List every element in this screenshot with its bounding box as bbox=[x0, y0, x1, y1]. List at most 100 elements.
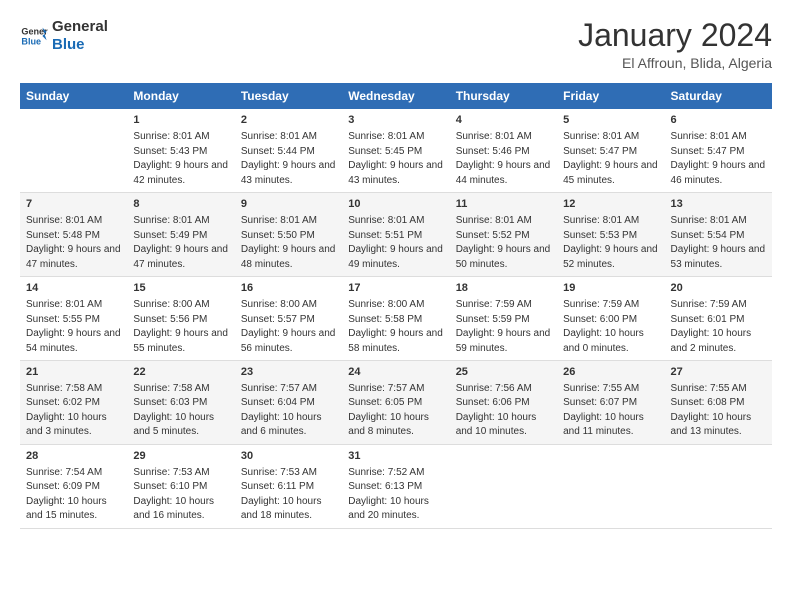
day-number: 4 bbox=[456, 113, 551, 129]
daylight: Daylight: 9 hours and 58 minutes. bbox=[348, 328, 443, 354]
daylight: Daylight: 9 hours and 47 minutes. bbox=[133, 244, 228, 270]
sunrise: Sunrise: 8:01 AM bbox=[563, 215, 639, 226]
sunrise: Sunrise: 7:52 AM bbox=[348, 467, 424, 478]
daylight: Daylight: 9 hours and 54 minutes. bbox=[26, 328, 121, 354]
day-number: 31 bbox=[348, 449, 443, 465]
calendar-cell: 14Sunrise: 8:01 AMSunset: 5:55 PMDayligh… bbox=[20, 277, 127, 361]
col-tuesday: Tuesday bbox=[235, 83, 342, 109]
sunset: Sunset: 6:00 PM bbox=[563, 314, 637, 325]
calendar-cell: 22Sunrise: 7:58 AMSunset: 6:03 PMDayligh… bbox=[127, 361, 234, 445]
logo-blue: Blue bbox=[52, 36, 108, 54]
day-number: 19 bbox=[563, 281, 658, 297]
calendar-cell: 3Sunrise: 8:01 AMSunset: 5:45 PMDaylight… bbox=[342, 109, 449, 192]
day-number: 3 bbox=[348, 113, 443, 129]
calendar-week-1: 1Sunrise: 8:01 AMSunset: 5:43 PMDaylight… bbox=[20, 109, 772, 192]
sunrise: Sunrise: 7:55 AM bbox=[563, 383, 639, 394]
daylight: Daylight: 10 hours and 8 minutes. bbox=[348, 412, 429, 438]
logo: General Blue General Blue bbox=[20, 18, 108, 54]
daylight: Daylight: 9 hours and 52 minutes. bbox=[563, 244, 658, 270]
day-number: 27 bbox=[671, 365, 766, 381]
sunrise: Sunrise: 7:56 AM bbox=[456, 383, 532, 394]
calendar-cell: 10Sunrise: 8:01 AMSunset: 5:51 PMDayligh… bbox=[342, 193, 449, 277]
sunrise: Sunrise: 8:00 AM bbox=[133, 299, 209, 310]
day-number: 24 bbox=[348, 365, 443, 381]
col-monday: Monday bbox=[127, 83, 234, 109]
sunset: Sunset: 6:02 PM bbox=[26, 397, 100, 408]
sunrise: Sunrise: 7:59 AM bbox=[563, 299, 639, 310]
sunrise: Sunrise: 8:00 AM bbox=[348, 299, 424, 310]
day-number: 15 bbox=[133, 281, 228, 297]
calendar-week-4: 21Sunrise: 7:58 AMSunset: 6:02 PMDayligh… bbox=[20, 361, 772, 445]
daylight: Daylight: 9 hours and 53 minutes. bbox=[671, 244, 766, 270]
calendar-week-3: 14Sunrise: 8:01 AMSunset: 5:55 PMDayligh… bbox=[20, 277, 772, 361]
calendar-cell: 21Sunrise: 7:58 AMSunset: 6:02 PMDayligh… bbox=[20, 361, 127, 445]
svg-text:Blue: Blue bbox=[21, 36, 41, 46]
col-sunday: Sunday bbox=[20, 83, 127, 109]
sunset: Sunset: 5:55 PM bbox=[26, 314, 100, 325]
sunrise: Sunrise: 8:01 AM bbox=[241, 215, 317, 226]
day-number: 6 bbox=[671, 113, 766, 129]
sunrise: Sunrise: 8:01 AM bbox=[456, 131, 532, 142]
daylight: Daylight: 10 hours and 3 minutes. bbox=[26, 412, 107, 438]
sunset: Sunset: 6:10 PM bbox=[133, 481, 207, 492]
calendar-cell: 7Sunrise: 8:01 AMSunset: 5:48 PMDaylight… bbox=[20, 193, 127, 277]
sunset: Sunset: 5:53 PM bbox=[563, 230, 637, 241]
sunset: Sunset: 6:13 PM bbox=[348, 481, 422, 492]
day-number: 2 bbox=[241, 113, 336, 129]
daylight: Daylight: 10 hours and 15 minutes. bbox=[26, 496, 107, 522]
calendar-cell: 2Sunrise: 8:01 AMSunset: 5:44 PMDaylight… bbox=[235, 109, 342, 192]
day-number: 20 bbox=[671, 281, 766, 297]
sunrise: Sunrise: 8:01 AM bbox=[563, 131, 639, 142]
daylight: Daylight: 9 hours and 42 minutes. bbox=[133, 160, 228, 186]
month-title: January 2024 bbox=[578, 18, 772, 53]
daylight: Daylight: 10 hours and 5 minutes. bbox=[133, 412, 214, 438]
sunrise: Sunrise: 8:00 AM bbox=[241, 299, 317, 310]
day-number: 23 bbox=[241, 365, 336, 381]
day-number: 9 bbox=[241, 197, 336, 213]
day-number: 10 bbox=[348, 197, 443, 213]
daylight: Daylight: 9 hours and 55 minutes. bbox=[133, 328, 228, 354]
sunrise: Sunrise: 7:59 AM bbox=[456, 299, 532, 310]
calendar-cell: 18Sunrise: 7:59 AMSunset: 5:59 PMDayligh… bbox=[450, 277, 557, 361]
calendar-cell: 25Sunrise: 7:56 AMSunset: 6:06 PMDayligh… bbox=[450, 361, 557, 445]
sunset: Sunset: 6:05 PM bbox=[348, 397, 422, 408]
logo-general: General bbox=[52, 18, 108, 36]
location: El Affroun, Blida, Algeria bbox=[578, 55, 772, 71]
daylight: Daylight: 9 hours and 56 minutes. bbox=[241, 328, 336, 354]
calendar-cell: 24Sunrise: 7:57 AMSunset: 6:05 PMDayligh… bbox=[342, 361, 449, 445]
calendar-cell: 5Sunrise: 8:01 AMSunset: 5:47 PMDaylight… bbox=[557, 109, 664, 192]
daylight: Daylight: 10 hours and 20 minutes. bbox=[348, 496, 429, 522]
calendar-table: Sunday Monday Tuesday Wednesday Thursday… bbox=[20, 83, 772, 529]
calendar-cell: 17Sunrise: 8:00 AMSunset: 5:58 PMDayligh… bbox=[342, 277, 449, 361]
calendar-week-2: 7Sunrise: 8:01 AMSunset: 5:48 PMDaylight… bbox=[20, 193, 772, 277]
sunrise: Sunrise: 8:01 AM bbox=[671, 215, 747, 226]
sunset: Sunset: 5:59 PM bbox=[456, 314, 530, 325]
calendar-cell: 12Sunrise: 8:01 AMSunset: 5:53 PMDayligh… bbox=[557, 193, 664, 277]
day-number: 18 bbox=[456, 281, 551, 297]
col-saturday: Saturday bbox=[665, 83, 772, 109]
day-number: 25 bbox=[456, 365, 551, 381]
calendar-cell: 13Sunrise: 8:01 AMSunset: 5:54 PMDayligh… bbox=[665, 193, 772, 277]
day-number: 26 bbox=[563, 365, 658, 381]
sunrise: Sunrise: 8:01 AM bbox=[348, 131, 424, 142]
daylight: Daylight: 9 hours and 47 minutes. bbox=[26, 244, 121, 270]
header: General Blue General Blue January 2024 E… bbox=[20, 18, 772, 71]
calendar-cell: 8Sunrise: 8:01 AMSunset: 5:49 PMDaylight… bbox=[127, 193, 234, 277]
calendar-cell: 29Sunrise: 7:53 AMSunset: 6:10 PMDayligh… bbox=[127, 444, 234, 528]
day-number: 11 bbox=[456, 197, 551, 213]
sunset: Sunset: 5:58 PM bbox=[348, 314, 422, 325]
day-number: 21 bbox=[26, 365, 121, 381]
calendar-cell: 30Sunrise: 7:53 AMSunset: 6:11 PMDayligh… bbox=[235, 444, 342, 528]
day-number: 16 bbox=[241, 281, 336, 297]
daylight: Daylight: 9 hours and 48 minutes. bbox=[241, 244, 336, 270]
calendar-cell: 1Sunrise: 8:01 AMSunset: 5:43 PMDaylight… bbox=[127, 109, 234, 192]
calendar-cell: 9Sunrise: 8:01 AMSunset: 5:50 PMDaylight… bbox=[235, 193, 342, 277]
sunset: Sunset: 6:08 PM bbox=[671, 397, 745, 408]
sunrise: Sunrise: 7:59 AM bbox=[671, 299, 747, 310]
sunset: Sunset: 5:57 PM bbox=[241, 314, 315, 325]
sunset: Sunset: 5:45 PM bbox=[348, 146, 422, 157]
daylight: Daylight: 10 hours and 10 minutes. bbox=[456, 412, 537, 438]
sunset: Sunset: 5:47 PM bbox=[671, 146, 745, 157]
sunset: Sunset: 6:11 PM bbox=[241, 481, 314, 492]
sunrise: Sunrise: 7:57 AM bbox=[241, 383, 317, 394]
